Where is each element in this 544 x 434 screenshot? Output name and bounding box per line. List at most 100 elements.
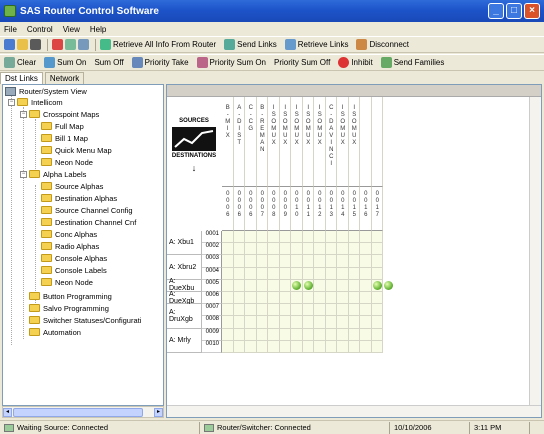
tree-item-intellicom[interactable]: Intellicom bbox=[17, 97, 63, 107]
tree-root[interactable]: Router/System View bbox=[5, 86, 87, 96]
crosspoint-cell[interactable] bbox=[256, 292, 268, 305]
save-icon[interactable] bbox=[30, 39, 41, 50]
crosspoint-cell[interactable] bbox=[279, 231, 291, 244]
expand-toggle[interactable]: − bbox=[8, 99, 15, 106]
crosspoint-cell[interactable] bbox=[233, 279, 245, 292]
crosspoint-cell[interactable] bbox=[268, 340, 280, 353]
inhibit-button[interactable]: Inhibit bbox=[338, 57, 373, 68]
crosspoint-cell[interactable] bbox=[279, 316, 291, 329]
crosspoint-cell[interactable] bbox=[233, 231, 245, 244]
new-icon[interactable] bbox=[4, 39, 15, 50]
crosspoint-cell[interactable] bbox=[337, 340, 349, 353]
crosspoint-cell[interactable] bbox=[325, 267, 337, 280]
crosspoint-cell[interactable] bbox=[371, 267, 383, 280]
crosspoint-cell[interactable] bbox=[302, 340, 314, 353]
crosspoint-cell[interactable] bbox=[291, 267, 303, 280]
crosspoint-cell[interactable] bbox=[302, 304, 314, 317]
crosspoint-cell[interactable] bbox=[348, 255, 360, 268]
crosspoint-cell[interactable] bbox=[314, 328, 326, 341]
crosspoint-cell[interactable] bbox=[222, 304, 234, 317]
priority-sum-off-button[interactable]: Priority Sum Off bbox=[274, 58, 330, 67]
crosspoint-cell[interactable] bbox=[360, 279, 372, 292]
tree-item[interactable]: Conc Alphas bbox=[41, 229, 97, 239]
sum-off-button[interactable]: Sum Off bbox=[94, 58, 123, 67]
crosspoint-cell[interactable] bbox=[360, 231, 372, 244]
crosspoint-cell[interactable] bbox=[233, 316, 245, 329]
crosspoint-cell[interactable] bbox=[348, 292, 360, 305]
crosspoint-cell[interactable] bbox=[314, 316, 326, 329]
crosspoint-cell[interactable] bbox=[302, 316, 314, 329]
send-links-button[interactable]: Send Links bbox=[224, 39, 277, 50]
crosspoint-cell[interactable] bbox=[256, 231, 268, 244]
crosspoint-cell[interactable] bbox=[302, 328, 314, 341]
crosspoint-connected-icon[interactable] bbox=[303, 281, 313, 291]
tree-item[interactable]: Console Alphas bbox=[41, 253, 107, 263]
tree-item-crosspoint-maps[interactable]: Crosspoint Maps bbox=[29, 109, 99, 119]
expand-toggle[interactable]: − bbox=[20, 171, 27, 178]
crosspoint-cell[interactable] bbox=[325, 231, 337, 244]
crosspoint-cell[interactable] bbox=[337, 255, 349, 268]
crosspoint-cell[interactable] bbox=[291, 340, 303, 353]
crosspoint-cell[interactable] bbox=[314, 267, 326, 280]
crosspoint-cell[interactable] bbox=[360, 255, 372, 268]
tree-item[interactable]: Quick Menu Map bbox=[41, 145, 112, 155]
crosspoint-connected-icon[interactable] bbox=[372, 281, 382, 291]
crosspoint-cell[interactable] bbox=[325, 304, 337, 317]
crosspoint-cell[interactable] bbox=[360, 340, 372, 353]
crosspoint-cell[interactable] bbox=[291, 231, 303, 244]
crosspoint-cell[interactable] bbox=[337, 231, 349, 244]
crosspoint-cell[interactable] bbox=[348, 316, 360, 329]
crosspoint-cell[interactable] bbox=[371, 316, 383, 329]
tab-dst-links[interactable]: Dst Links bbox=[0, 72, 43, 84]
crosspoint-cell[interactable] bbox=[371, 292, 383, 305]
tree-item[interactable]: Neon Node bbox=[41, 277, 93, 287]
crosspoint-cell[interactable] bbox=[222, 316, 234, 329]
crosspoint-cell[interactable] bbox=[222, 279, 234, 292]
crosspoint-cell[interactable] bbox=[314, 340, 326, 353]
crosspoint-cell[interactable] bbox=[245, 340, 257, 353]
crosspoint-cell[interactable] bbox=[337, 243, 349, 256]
crosspoint-cell[interactable] bbox=[245, 292, 257, 305]
paste-icon[interactable] bbox=[78, 39, 89, 50]
crosspoint-cell[interactable] bbox=[371, 304, 383, 317]
crosspoint-cell[interactable] bbox=[256, 243, 268, 256]
crosspoint-cell[interactable] bbox=[222, 292, 234, 305]
crosspoint-cell[interactable] bbox=[314, 292, 326, 305]
crosspoint-cell[interactable] bbox=[222, 243, 234, 256]
crosspoint-cell[interactable] bbox=[337, 292, 349, 305]
tree-item[interactable]: Console Labels bbox=[41, 265, 107, 275]
tree-item[interactable]: Button Programming bbox=[29, 291, 112, 301]
crosspoint-cell[interactable] bbox=[279, 279, 291, 292]
menu-view[interactable]: View bbox=[63, 25, 80, 34]
crosspoint-cell[interactable] bbox=[245, 243, 257, 256]
crosspoint-cell[interactable] bbox=[245, 267, 257, 280]
disconnect-button[interactable]: Disconnect bbox=[356, 39, 409, 50]
crosspoint-cell[interactable] bbox=[233, 328, 245, 341]
crosspoint-cell[interactable] bbox=[314, 279, 326, 292]
menu-file[interactable]: File bbox=[4, 25, 17, 34]
crosspoint-cell[interactable] bbox=[233, 255, 245, 268]
crosspoint-cell[interactable] bbox=[337, 267, 349, 280]
crosspoint-cell[interactable] bbox=[348, 304, 360, 317]
tree-item[interactable]: Full Map bbox=[41, 121, 84, 131]
crosspoint-cell[interactable] bbox=[291, 304, 303, 317]
crosspoint-cell[interactable] bbox=[222, 255, 234, 268]
tree-item[interactable]: Salvo Programming bbox=[29, 303, 109, 313]
grid-vertical-scrollbar[interactable] bbox=[529, 97, 541, 407]
tree-item[interactable]: Neon Node bbox=[41, 157, 93, 167]
crosspoint-cell[interactable] bbox=[371, 243, 383, 256]
crosspoint-cell[interactable] bbox=[360, 328, 372, 341]
crosspoint-cell[interactable] bbox=[325, 243, 337, 256]
crosspoint-cell[interactable] bbox=[291, 292, 303, 305]
crosspoint-cell[interactable] bbox=[256, 304, 268, 317]
delete-icon[interactable] bbox=[52, 39, 63, 50]
crosspoint-cell[interactable] bbox=[222, 267, 234, 280]
retrieve-all-button[interactable]: Retrieve All Info From Router bbox=[100, 39, 216, 50]
crosspoint-cell[interactable] bbox=[279, 304, 291, 317]
tree-item[interactable]: Source Channel Config bbox=[41, 205, 133, 215]
crosspoint-cell[interactable] bbox=[279, 255, 291, 268]
priority-sum-on-button[interactable]: Priority Sum On bbox=[196, 57, 266, 68]
crosspoint-cell[interactable] bbox=[268, 243, 280, 256]
menu-help[interactable]: Help bbox=[90, 25, 106, 34]
maximize-button[interactable]: □ bbox=[506, 3, 522, 19]
